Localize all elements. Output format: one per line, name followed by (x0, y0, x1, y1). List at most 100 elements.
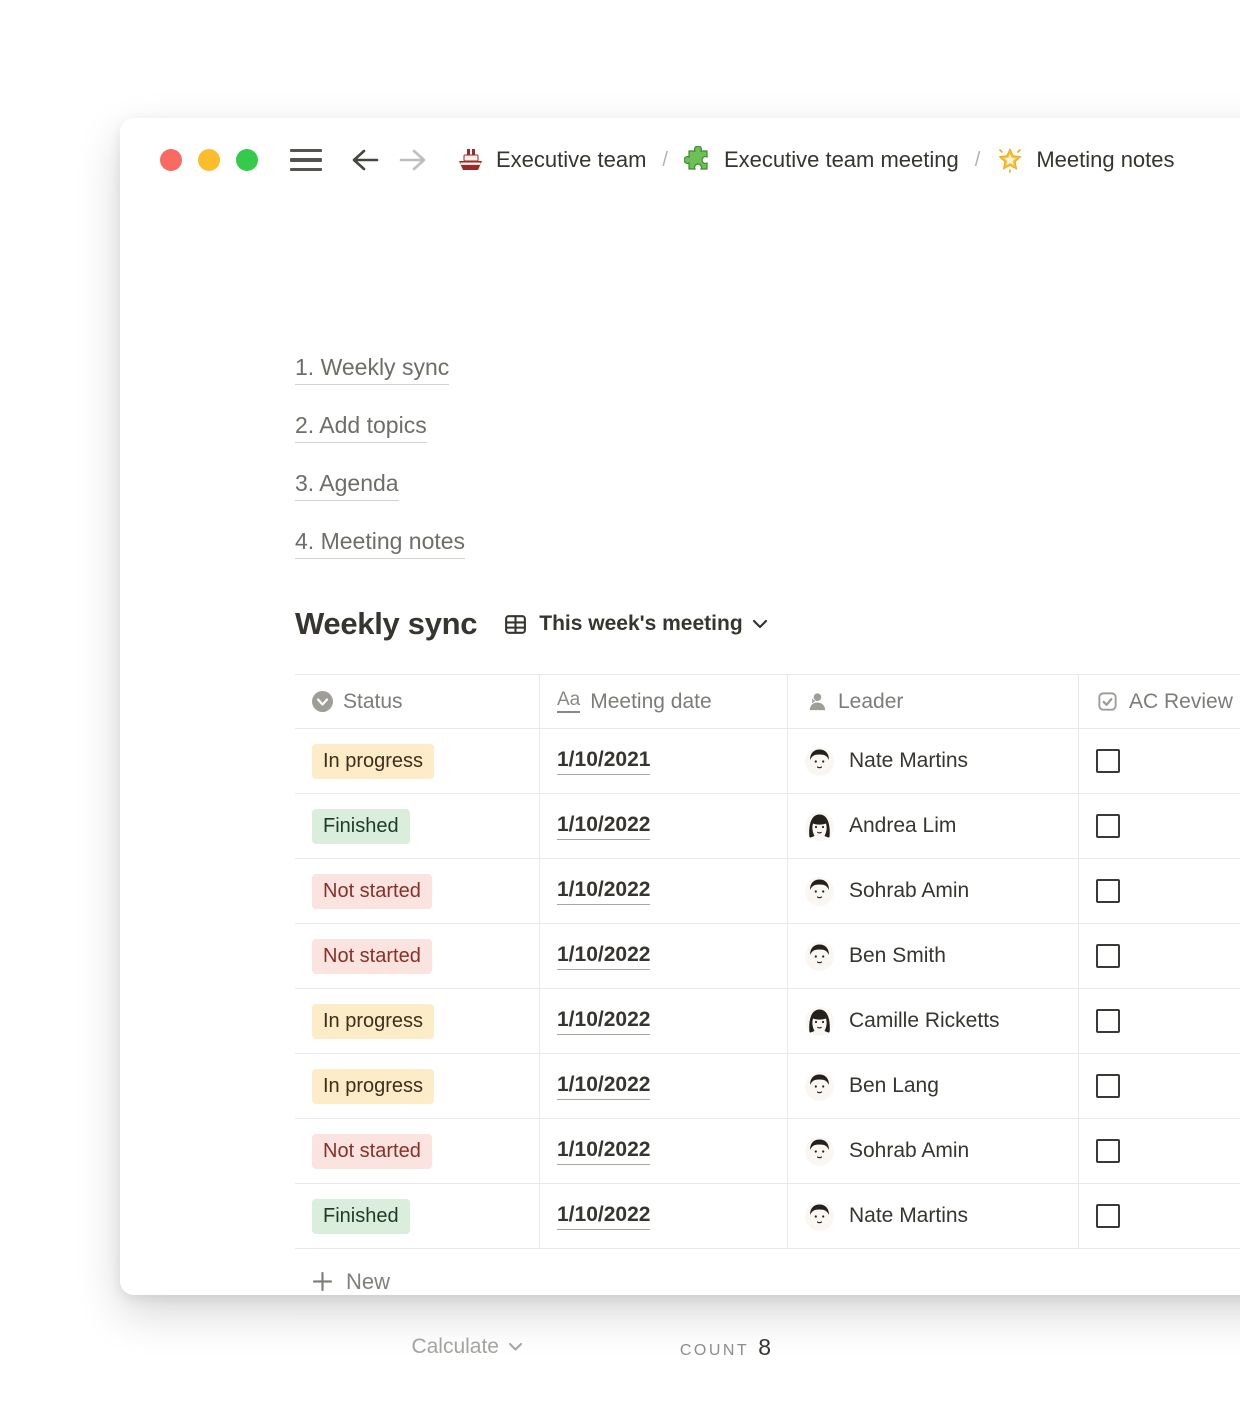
status-cell[interactable]: Not started (295, 859, 540, 923)
leader-person[interactable]: Nate Martins (805, 1202, 968, 1231)
meeting-date-link[interactable]: 1/10/2022 (557, 813, 650, 840)
avatar (805, 1137, 834, 1166)
meeting-date-cell[interactable]: 1/10/2022 (540, 1119, 788, 1183)
status-cell[interactable]: In progress (295, 989, 540, 1053)
leader-person[interactable]: Ben Smith (805, 942, 946, 971)
toc-link-meeting-notes[interactable]: 4. Meeting notes (295, 528, 465, 559)
leader-name: Camille Ricketts (849, 1009, 1000, 1033)
star-icon (996, 146, 1024, 174)
meeting-date-link[interactable]: 1/10/2022 (557, 1203, 650, 1230)
leader-person[interactable]: Sohrab Amin (805, 877, 969, 906)
ac-review-checkbox[interactable] (1096, 879, 1120, 903)
meeting-date-cell[interactable]: 1/10/2022 (540, 989, 788, 1053)
column-label: Meeting date (590, 690, 711, 714)
ac-review-checkbox[interactable] (1096, 1204, 1120, 1228)
ac-review-cell[interactable] (1079, 924, 1240, 988)
column-header-status[interactable]: Status (295, 675, 540, 728)
sidebar-menu-icon[interactable] (290, 149, 322, 172)
new-row-button[interactable]: New (295, 1249, 1240, 1315)
ac-review-checkbox[interactable] (1096, 1009, 1120, 1033)
avatar (805, 1202, 834, 1231)
leader-cell[interactable]: Nate Martins (788, 1184, 1079, 1248)
table-view-icon (503, 612, 528, 637)
chevron-down-icon (508, 1342, 523, 1352)
meeting-date-link[interactable]: 1/10/2021 (557, 748, 650, 775)
ac-review-cell[interactable] (1079, 1119, 1240, 1183)
ac-review-cell[interactable] (1079, 1054, 1240, 1118)
meeting-date-link[interactable]: 1/10/2022 (557, 878, 650, 905)
table-footer-row: Calculate COUNT 8 (295, 1315, 1240, 1379)
leader-cell[interactable]: Sohrab Amin (788, 1119, 1079, 1183)
leader-person[interactable]: Andrea Lim (805, 812, 956, 841)
meeting-date-cell[interactable]: 1/10/2022 (540, 1184, 788, 1248)
meeting-date-link[interactable]: 1/10/2022 (557, 1138, 650, 1165)
avatar (805, 1007, 834, 1036)
database-view-selector[interactable]: This week's meeting (503, 612, 767, 637)
meeting-date-link[interactable]: 1/10/2022 (557, 1008, 650, 1035)
status-badge: Finished (312, 1199, 410, 1234)
leader-cell[interactable]: Ben Smith (788, 924, 1079, 988)
forward-arrow-icon[interactable] (398, 145, 428, 175)
count-aggregate[interactable]: COUNT 8 (680, 1334, 771, 1361)
meeting-date-cell[interactable]: 1/10/2022 (540, 1054, 788, 1118)
column-label: AC Review (1129, 690, 1233, 714)
minimize-window-button[interactable] (198, 149, 220, 171)
meeting-date-cell[interactable]: 1/10/2022 (540, 859, 788, 923)
status-cell[interactable]: Finished (295, 794, 540, 858)
calculate-button[interactable]: Calculate (411, 1335, 523, 1359)
ac-review-cell[interactable] (1079, 729, 1240, 793)
ac-review-checkbox[interactable] (1096, 944, 1120, 968)
ac-review-checkbox[interactable] (1096, 1139, 1120, 1163)
database-header: Weekly sync This week's meeting (295, 602, 1240, 646)
breadcrumb-item-executive-team-meeting[interactable]: Executive team meeting (684, 146, 959, 174)
meeting-date-cell[interactable]: 1/10/2021 (540, 729, 788, 793)
select-property-icon (312, 691, 333, 712)
leader-person[interactable]: Camille Ricketts (805, 1007, 1000, 1036)
breadcrumb-separator: / (662, 149, 668, 172)
meeting-date-link[interactable]: 1/10/2022 (557, 943, 650, 970)
leader-cell[interactable]: Ben Lang (788, 1054, 1079, 1118)
ac-review-cell[interactable] (1079, 989, 1240, 1053)
close-window-button[interactable] (160, 149, 182, 171)
toc-link-add-topics[interactable]: 2. Add topics (295, 412, 427, 443)
status-cell[interactable]: In progress (295, 1054, 540, 1118)
toc-link-agenda[interactable]: 3. Agenda (295, 470, 399, 501)
status-badge: In progress (312, 1004, 434, 1039)
leader-person[interactable]: Sohrab Amin (805, 1137, 969, 1166)
leader-cell[interactable]: Camille Ricketts (788, 989, 1079, 1053)
leader-cell[interactable]: Nate Martins (788, 729, 1079, 793)
toc-link-weekly-sync[interactable]: 1. Weekly sync (295, 354, 449, 385)
breadcrumb-item-executive-team[interactable]: Executive team (456, 146, 646, 174)
meeting-date-cell[interactable]: 1/10/2022 (540, 924, 788, 988)
ac-review-checkbox[interactable] (1096, 814, 1120, 838)
status-cell[interactable]: Finished (295, 1184, 540, 1248)
leader-cell[interactable]: Andrea Lim (788, 794, 1079, 858)
meeting-date-link[interactable]: 1/10/2022 (557, 1073, 650, 1100)
status-badge: In progress (312, 744, 434, 779)
zoom-window-button[interactable] (236, 149, 258, 171)
chevron-down-icon (752, 619, 768, 630)
breadcrumb-item-meeting-notes[interactable]: Meeting notes (996, 146, 1174, 174)
leader-person[interactable]: Ben Lang (805, 1072, 939, 1101)
leader-name: Nate Martins (849, 1204, 968, 1228)
column-header-leader[interactable]: Leader (788, 675, 1079, 728)
status-badge: Not started (312, 1134, 432, 1169)
back-arrow-icon[interactable] (350, 145, 380, 175)
status-cell[interactable]: Not started (295, 1119, 540, 1183)
ac-review-checkbox[interactable] (1096, 749, 1120, 773)
status-cell[interactable]: In progress (295, 729, 540, 793)
calculate-label: Calculate (411, 1335, 499, 1359)
window-topbar: Executive team / Executive team meeting … (160, 142, 1240, 178)
ac-review-checkbox[interactable] (1096, 1074, 1120, 1098)
column-header-ac-review[interactable]: AC Review (1079, 675, 1240, 728)
leader-person[interactable]: Nate Martins (805, 747, 968, 776)
leader-cell[interactable]: Sohrab Amin (788, 859, 1079, 923)
leader-name: Sohrab Amin (849, 879, 969, 903)
ac-review-cell[interactable] (1079, 859, 1240, 923)
column-header-meeting-date[interactable]: Aa Meeting date (540, 675, 788, 728)
ac-review-cell[interactable] (1079, 1184, 1240, 1248)
avatar (805, 1072, 834, 1101)
ac-review-cell[interactable] (1079, 794, 1240, 858)
meeting-date-cell[interactable]: 1/10/2022 (540, 794, 788, 858)
status-cell[interactable]: Not started (295, 924, 540, 988)
